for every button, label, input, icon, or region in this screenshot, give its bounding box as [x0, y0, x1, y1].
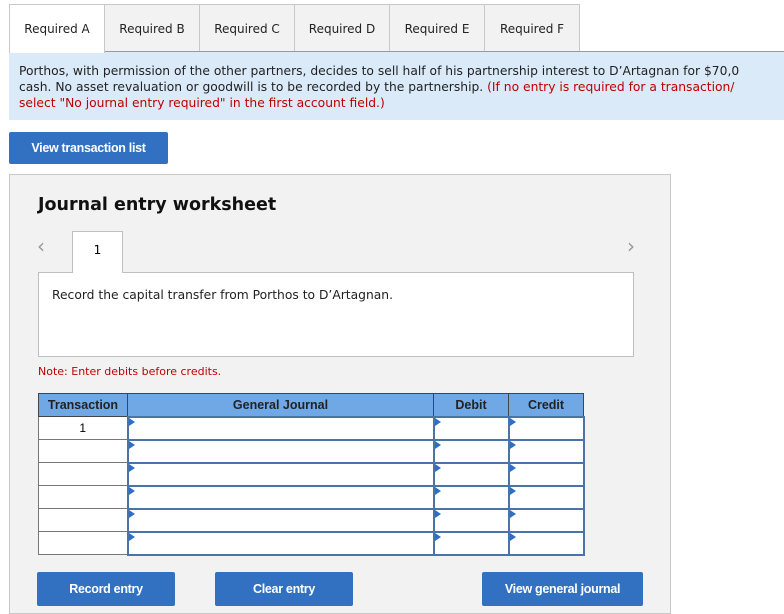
instruction-text: (If no entry is required for a transacti…: [487, 80, 735, 94]
tab-required-d[interactable]: Required D: [294, 4, 390, 52]
view-general-journal-button[interactable]: View general journal: [482, 572, 643, 606]
journal-table: Transaction General Journal Debit Credit…: [38, 393, 585, 556]
entry-description-text: Record the capital transfer from Porthos…: [52, 288, 393, 302]
table-row: [38, 461, 585, 487]
header-credit: Credit: [508, 393, 584, 417]
debit-credit-note: Note: Enter debits before credits.: [38, 365, 222, 378]
debit-input[interactable]: [432, 415, 510, 441]
account-input[interactable]: [126, 530, 435, 556]
header-general-journal: General Journal: [127, 393, 434, 417]
chevron-right-icon[interactable]: ›: [627, 234, 635, 258]
table-row: [38, 530, 585, 556]
credit-input[interactable]: [507, 530, 585, 556]
account-input[interactable]: [126, 415, 435, 441]
debit-input[interactable]: [432, 530, 510, 556]
tab-required-f[interactable]: Required F: [484, 4, 580, 52]
tab-required-e[interactable]: Required E: [389, 4, 485, 52]
question-line-1: Porthos, with permission of the other pa…: [19, 64, 740, 78]
transaction-cell: [38, 439, 128, 463]
credit-input[interactable]: [507, 484, 585, 510]
debit-input[interactable]: [432, 461, 510, 487]
requirement-tabs: Required A Required B Required C Require…: [9, 4, 580, 53]
record-entry-button[interactable]: Record entry: [37, 572, 175, 606]
question-text: Porthos, with permission of the other pa…: [9, 52, 784, 120]
debit-input[interactable]: [432, 438, 510, 464]
account-input[interactable]: [126, 484, 435, 510]
credit-input[interactable]: [507, 438, 585, 464]
account-input[interactable]: [126, 438, 435, 464]
table-row: [38, 484, 585, 510]
view-transaction-list-button[interactable]: View transaction list: [9, 132, 168, 164]
entry-description: Record the capital transfer from Porthos…: [38, 272, 634, 357]
chevron-left-icon[interactable]: ‹: [37, 234, 45, 258]
tab-required-b[interactable]: Required B: [104, 4, 200, 52]
table-row: [38, 438, 585, 464]
table-row: [38, 507, 585, 533]
transaction-cell: [38, 462, 128, 486]
account-input[interactable]: [126, 461, 435, 487]
account-input[interactable]: [126, 507, 435, 533]
question-text-black: cash. No asset revaluation or goodwill i…: [19, 80, 488, 94]
credit-input[interactable]: [507, 507, 585, 533]
transaction-cell: [38, 508, 128, 532]
tab-required-a[interactable]: Required A: [9, 4, 105, 53]
step-tab-1[interactable]: 1: [72, 231, 123, 273]
transaction-cell: [38, 485, 128, 509]
instruction-text-cont: select "No journal entry required" in th…: [19, 96, 385, 110]
debit-input[interactable]: [432, 484, 510, 510]
journal-entry-worksheet: Journal entry worksheet ‹ › 1 Record the…: [9, 174, 671, 614]
tab-required-c[interactable]: Required C: [199, 4, 295, 52]
header-debit: Debit: [433, 393, 509, 417]
header-transaction: Transaction: [38, 393, 128, 417]
question-line-2: cash. No asset revaluation or goodwill i…: [19, 79, 784, 95]
table-row: 1: [38, 415, 585, 441]
debit-input[interactable]: [432, 507, 510, 533]
transaction-cell: 1: [38, 416, 128, 440]
transaction-cell: [38, 531, 128, 555]
clear-entry-button[interactable]: Clear entry: [215, 572, 353, 606]
credit-input[interactable]: [507, 415, 585, 441]
credit-input[interactable]: [507, 461, 585, 487]
worksheet-title: Journal entry worksheet: [38, 195, 277, 215]
